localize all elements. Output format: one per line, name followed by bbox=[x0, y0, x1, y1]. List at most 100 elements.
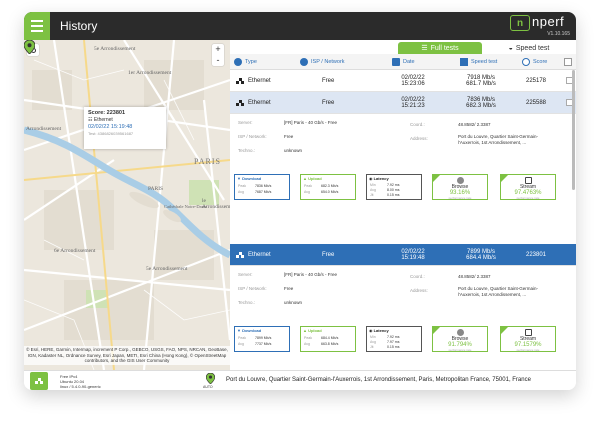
globe-icon bbox=[234, 58, 242, 66]
avg-value: 654.0 Mb/s bbox=[321, 190, 339, 194]
location-mode: AUTO bbox=[203, 385, 213, 389]
upload-card: ▲ Upload Peak 682.3 Mb/s Avg 654.0 Mb/s bbox=[300, 174, 356, 200]
stream-score-card: Stream 97.4763% performance rate bbox=[500, 174, 556, 200]
peak-label: Peak bbox=[238, 184, 246, 188]
column-header-score[interactable]: Score bbox=[522, 54, 547, 70]
corner-flag bbox=[433, 175, 440, 182]
location-pin-icon[interactable] bbox=[206, 373, 215, 384]
app-version: V1.10.165 bbox=[547, 31, 570, 37]
row-score: 223801 bbox=[526, 252, 547, 258]
latency-title: ◉ Latency bbox=[369, 328, 389, 333]
peak-value: 684.4 Mb/s bbox=[321, 336, 339, 340]
row-speed: 7836 Mb/s 682.3 Mb/s bbox=[452, 92, 510, 114]
map-panel[interactable]: 5e Arrondissement 1er Arrondissement Arr… bbox=[24, 40, 230, 370]
tab-full-tests[interactable]: ☰ Full tests bbox=[398, 42, 482, 54]
play-icon bbox=[524, 177, 532, 184]
table-header: Type ISP / Network Date Speed test Score bbox=[230, 54, 576, 70]
upload-title: ▲ Upload bbox=[303, 176, 322, 181]
logo-text: nperf bbox=[532, 14, 565, 29]
stream-score-card: Stream 97.1579% performance rate bbox=[500, 326, 556, 352]
map-label: 5e Arrondissement bbox=[94, 46, 136, 52]
zoom-in-button[interactable]: + bbox=[212, 44, 224, 55]
browse-score-card: Browse 93.16% performance rate bbox=[432, 174, 488, 200]
avg-label: Avg bbox=[238, 342, 244, 346]
tab-speed-test[interactable]: ◒ Speed test bbox=[486, 42, 572, 54]
corner-flag bbox=[501, 327, 508, 334]
column-header-speed[interactable]: Speed test bbox=[460, 54, 497, 70]
avg-value: 8.00 ms bbox=[387, 188, 400, 192]
map-label: 1er Arrondissement bbox=[128, 70, 172, 76]
jitter-value: 0.15 ms bbox=[387, 193, 400, 197]
avg-label: Avg bbox=[370, 340, 376, 344]
avg-label: Avg bbox=[304, 342, 310, 346]
stream-sub: performance rate bbox=[516, 348, 540, 352]
table-row[interactable]: Ethernet Free 02/02/22 15:23:06 7918 Mb/… bbox=[230, 70, 576, 92]
row-speed: 7918 Mb/s 681.7 Mb/s bbox=[452, 70, 510, 92]
column-label: Type bbox=[245, 59, 257, 65]
browse-sub: performance rate bbox=[448, 196, 472, 200]
browse-score-card: Browse 91.794% performance rate bbox=[432, 326, 488, 352]
status-bar: Free IPv4 Ubuntu 20.04 linux / 5.4.0-90-… bbox=[24, 370, 576, 390]
popup-type-label: Ethernet bbox=[93, 117, 113, 123]
page-title: History bbox=[60, 19, 98, 33]
latency-title-label: Latency bbox=[373, 328, 389, 333]
peak-value: 7836 Mb/s bbox=[255, 184, 272, 188]
coord-value: 48.8582/ 2.3387 bbox=[458, 274, 491, 279]
search-icon bbox=[522, 58, 530, 66]
test-detail: Server: [FR] Paris - 40 Gb/s - Free ISP … bbox=[230, 266, 576, 370]
techno-value: unknown bbox=[284, 148, 303, 153]
row-type-label: Ethernet bbox=[248, 100, 271, 106]
techno-value: unknown bbox=[284, 300, 303, 305]
select-all-checkbox[interactable] bbox=[564, 54, 572, 70]
tab-speed-test-label: Speed test bbox=[515, 44, 550, 52]
current-address: Port du Louvre, Quartier Saint-Germain-l… bbox=[226, 377, 531, 383]
map-label: Cathédrale Notre-Dame bbox=[164, 204, 208, 209]
row-date: 02/02/22 15:19:48 bbox=[388, 244, 438, 266]
isp-value: Free bbox=[284, 286, 294, 291]
logo-mark: n bbox=[510, 15, 530, 31]
jitter-value: 0.15 ms bbox=[387, 345, 400, 349]
column-header-date[interactable]: Date bbox=[392, 54, 415, 70]
avg-label: Avg bbox=[238, 190, 244, 194]
column-header-isp[interactable]: ISP / Network bbox=[300, 54, 345, 70]
globe-icon bbox=[456, 177, 464, 184]
coord-label: Coord.: bbox=[410, 274, 425, 279]
row-upload: 684.4 Mb/s bbox=[466, 255, 496, 261]
coord-value: 48.8582/ 2.3387 bbox=[458, 122, 491, 127]
popup-score: Score: 223801 bbox=[88, 110, 125, 116]
map-label: 5e Arrondissement bbox=[146, 266, 188, 272]
map-label: Arrondissement bbox=[26, 126, 62, 132]
table-row[interactable]: Ethernet Free 02/02/22 15:21:23 7836 Mb/… bbox=[230, 92, 576, 114]
table-scrollbar[interactable] bbox=[572, 70, 575, 190]
upload-title: ▲ Upload bbox=[303, 328, 322, 333]
zoom-control: + - bbox=[212, 44, 224, 66]
address-value: Port du Louvre, Quartier Saint-Germain- bbox=[458, 286, 539, 291]
min-value: 7.92 ms bbox=[387, 335, 400, 339]
zoom-out-button[interactable]: - bbox=[212, 55, 224, 66]
row-type-label: Ethernet bbox=[248, 78, 271, 84]
row-date-time: 15:19:48 bbox=[401, 255, 425, 261]
row-isp: Free bbox=[322, 78, 335, 84]
map-pin-icon[interactable] bbox=[24, 40, 35, 54]
column-header-type[interactable]: Type bbox=[234, 54, 257, 70]
popup-test-id: Test: 4386826039561687 bbox=[88, 131, 134, 136]
tab-full-tests-label: Full tests bbox=[430, 44, 459, 52]
popup-date[interactable]: 02/02/22 15:19:48 bbox=[88, 124, 162, 130]
map-attribution: © Esri, HERE, Garmin, Intermap, incremen… bbox=[24, 346, 230, 365]
min-label: Min bbox=[370, 183, 376, 187]
table-row-selected[interactable]: Ethernet Free 02/02/22 15:19:48 7899 Mb/… bbox=[230, 244, 576, 266]
speedometer-icon: ◒ bbox=[508, 44, 513, 52]
peak-value: 682.3 Mb/s bbox=[321, 184, 339, 188]
kernel-version: linux / 5.4.0-90-generic bbox=[60, 384, 101, 389]
hamburger-menu-icon[interactable] bbox=[24, 12, 50, 40]
corner-flag bbox=[501, 175, 508, 182]
upload-card: ▲ Upload Peak 684.4 Mb/s Avg 663.8 Mb/s bbox=[300, 326, 356, 352]
row-date: 02/02/22 15:21:23 bbox=[388, 92, 438, 114]
peak-value: 7899 Mb/s bbox=[255, 336, 272, 340]
browse-sub: performance rate bbox=[448, 348, 472, 352]
address-label: Address: bbox=[410, 288, 428, 293]
jitter-label: Jit bbox=[370, 345, 374, 349]
address-label: Address: bbox=[410, 136, 428, 141]
top-bar: History n nperf V1.10.165 bbox=[24, 12, 576, 40]
coord-label: Coord.: bbox=[410, 122, 425, 127]
